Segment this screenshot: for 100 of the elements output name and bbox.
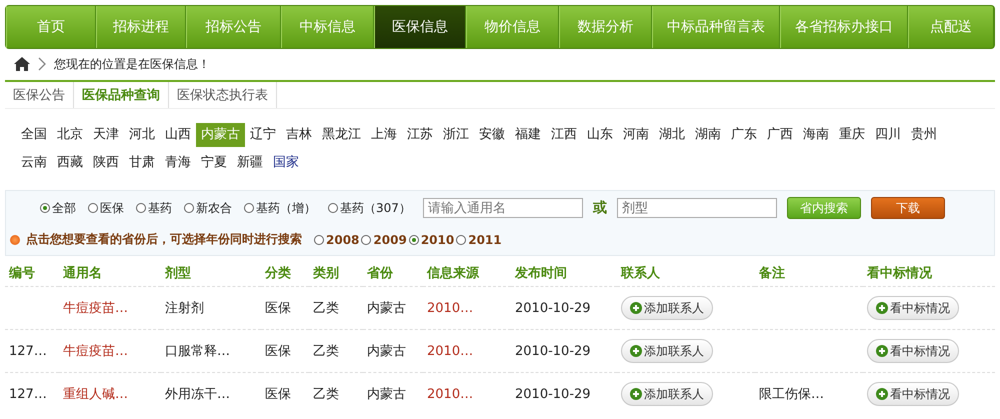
province-link[interactable]: 甘肃 [124,151,160,175]
province-link[interactable]: 山东 [582,123,618,147]
table-cell: 内蒙古 [367,344,406,359]
province-link[interactable]: 贵州 [906,123,942,147]
province-link[interactable]: 西藏 [52,151,88,175]
type-radio[interactable]: 新农合 [184,200,232,216]
table-cell: 乙类 [313,387,339,402]
plus-icon [876,388,888,400]
column-header: 编号 [9,266,35,281]
column-header: 类别 [313,266,339,281]
view-bid-button[interactable]: 看中标情况 [867,339,959,363]
province-link[interactable]: 云南 [16,151,52,175]
plus-icon [876,302,888,314]
tab[interactable]: 医保品种查询 [74,82,169,108]
column-header: 省份 [367,266,393,281]
province-link[interactable]: 湖北 [654,123,690,147]
table-cell: 乙类 [313,301,339,316]
view-bid-button[interactable]: 看中标情况 [867,382,959,406]
column-header: 通用名 [63,266,102,281]
table-cell: 2010-10-29 [515,344,591,358]
tab[interactable]: 医保状态执行表 [169,82,277,108]
table-cell: 内蒙古 [367,301,406,316]
column-header: 看中标情况 [867,266,932,281]
table-cell: 口服常释… [165,344,230,359]
province-link[interactable]: 全国 [16,123,52,147]
province-link[interactable]: 安徽 [474,123,510,147]
table-cell: 127… [9,386,47,402]
province-link[interactable]: 山西 [160,123,196,147]
plus-icon [876,345,888,357]
add-contact-button[interactable]: 添加联系人 [621,339,713,363]
home-icon[interactable] [14,57,30,71]
add-contact-button[interactable]: 添加联系人 [621,296,713,320]
province-link[interactable]: 四川 [870,123,906,147]
table-cell: 内蒙古 [367,387,406,402]
drug-name-link[interactable]: 重组人碱… [63,387,128,402]
province-link[interactable]: 广东 [726,123,762,147]
column-header: 发布时间 [515,266,567,281]
table-cell: 医保 [265,301,291,316]
name-input[interactable]: 请输入通用名 [422,198,583,218]
province-link[interactable]: 河北 [124,123,160,147]
table-cell: 注射剂 [165,301,204,316]
type-radio[interactable]: 医保 [88,200,124,216]
province-link[interactable]: 天津 [88,123,124,147]
drug-name-link[interactable]: 牛痘疫苗… [63,301,128,316]
type-radio[interactable]: 基药 [136,200,172,216]
province-link[interactable]: 江西 [546,123,582,147]
source-link[interactable]: 2010… [427,386,474,402]
chevron-icon [38,57,46,71]
source-link[interactable]: 2010… [427,300,474,316]
table-cell: 限工伤保… [759,387,824,402]
or-label: 或 [592,199,607,217]
type-radio[interactable]: 基药（307） [328,200,411,216]
column-header: 联系人 [621,266,660,281]
province-link[interactable]: 新疆 [232,151,268,175]
province-link[interactable]: 广西 [762,123,798,147]
nav-item[interactable]: 医保信息 [374,6,466,48]
tab[interactable]: 医保公告 [5,82,74,108]
table-cell: 医保 [265,387,291,402]
table-cell: 医保 [265,344,291,359]
year-radio[interactable]: 2008 [314,232,360,246]
province-link[interactable]: 青海 [160,151,196,175]
bullet-icon [10,234,20,244]
year-radio[interactable]: 2011 [456,232,502,246]
province-link[interactable]: 上海 [366,123,402,147]
province-link[interactable]: 湖南 [690,123,726,147]
table-cell: 外用冻干… [165,387,230,402]
column-header: 备注 [759,266,785,281]
add-contact-button[interactable]: 添加联系人 [621,382,713,406]
province-link[interactable]: 辽宁 [245,123,281,147]
province-link[interactable]: 海南 [798,123,834,147]
province-link[interactable]: 浙江 [438,123,474,147]
plus-icon [630,388,642,400]
province-link[interactable]: 国家 [268,151,304,175]
column-header: 剂型 [165,266,191,281]
province-link[interactable]: 吉林 [281,123,317,147]
drug-name-link[interactable]: 牛痘疫苗… [63,344,128,359]
type-radio[interactable]: 基药（增） [244,200,316,216]
type-radio[interactable]: 全部 [40,200,76,216]
plus-icon [630,302,642,314]
province-link[interactable]: 陕西 [88,151,124,175]
year-radio[interactable]: 2009 [361,232,407,246]
province-link[interactable]: 重庆 [834,123,870,147]
download-button[interactable]: 下载 [870,197,945,219]
province-link[interactable]: 江苏 [402,123,438,147]
province-link[interactable]: 黑龙江 [317,123,366,147]
province-link[interactable]: 北京 [52,123,88,147]
view-bid-button[interactable]: 看中标情况 [867,296,959,320]
province-link[interactable]: 福建 [510,123,546,147]
column-header: 分类 [265,266,291,281]
year-radio[interactable]: 2010 [408,232,454,246]
hint-text: 点击您想要查看的省份后，可选择年份同时进行搜索 [26,231,302,248]
breadcrumb-text: 您现在的位置是在医保信息！ [54,56,210,72]
source-link[interactable]: 2010… [427,344,474,358]
table-cell: 127… [9,344,47,358]
province-link[interactable]: 宁夏 [196,151,232,175]
table-cell: 2010-10-29 [515,300,591,316]
province-link[interactable]: 河南 [618,123,654,147]
form-input[interactable]: 剂型 [616,198,777,218]
table-cell: 2010-10-29 [515,386,591,402]
table-cell: 乙类 [313,344,339,359]
